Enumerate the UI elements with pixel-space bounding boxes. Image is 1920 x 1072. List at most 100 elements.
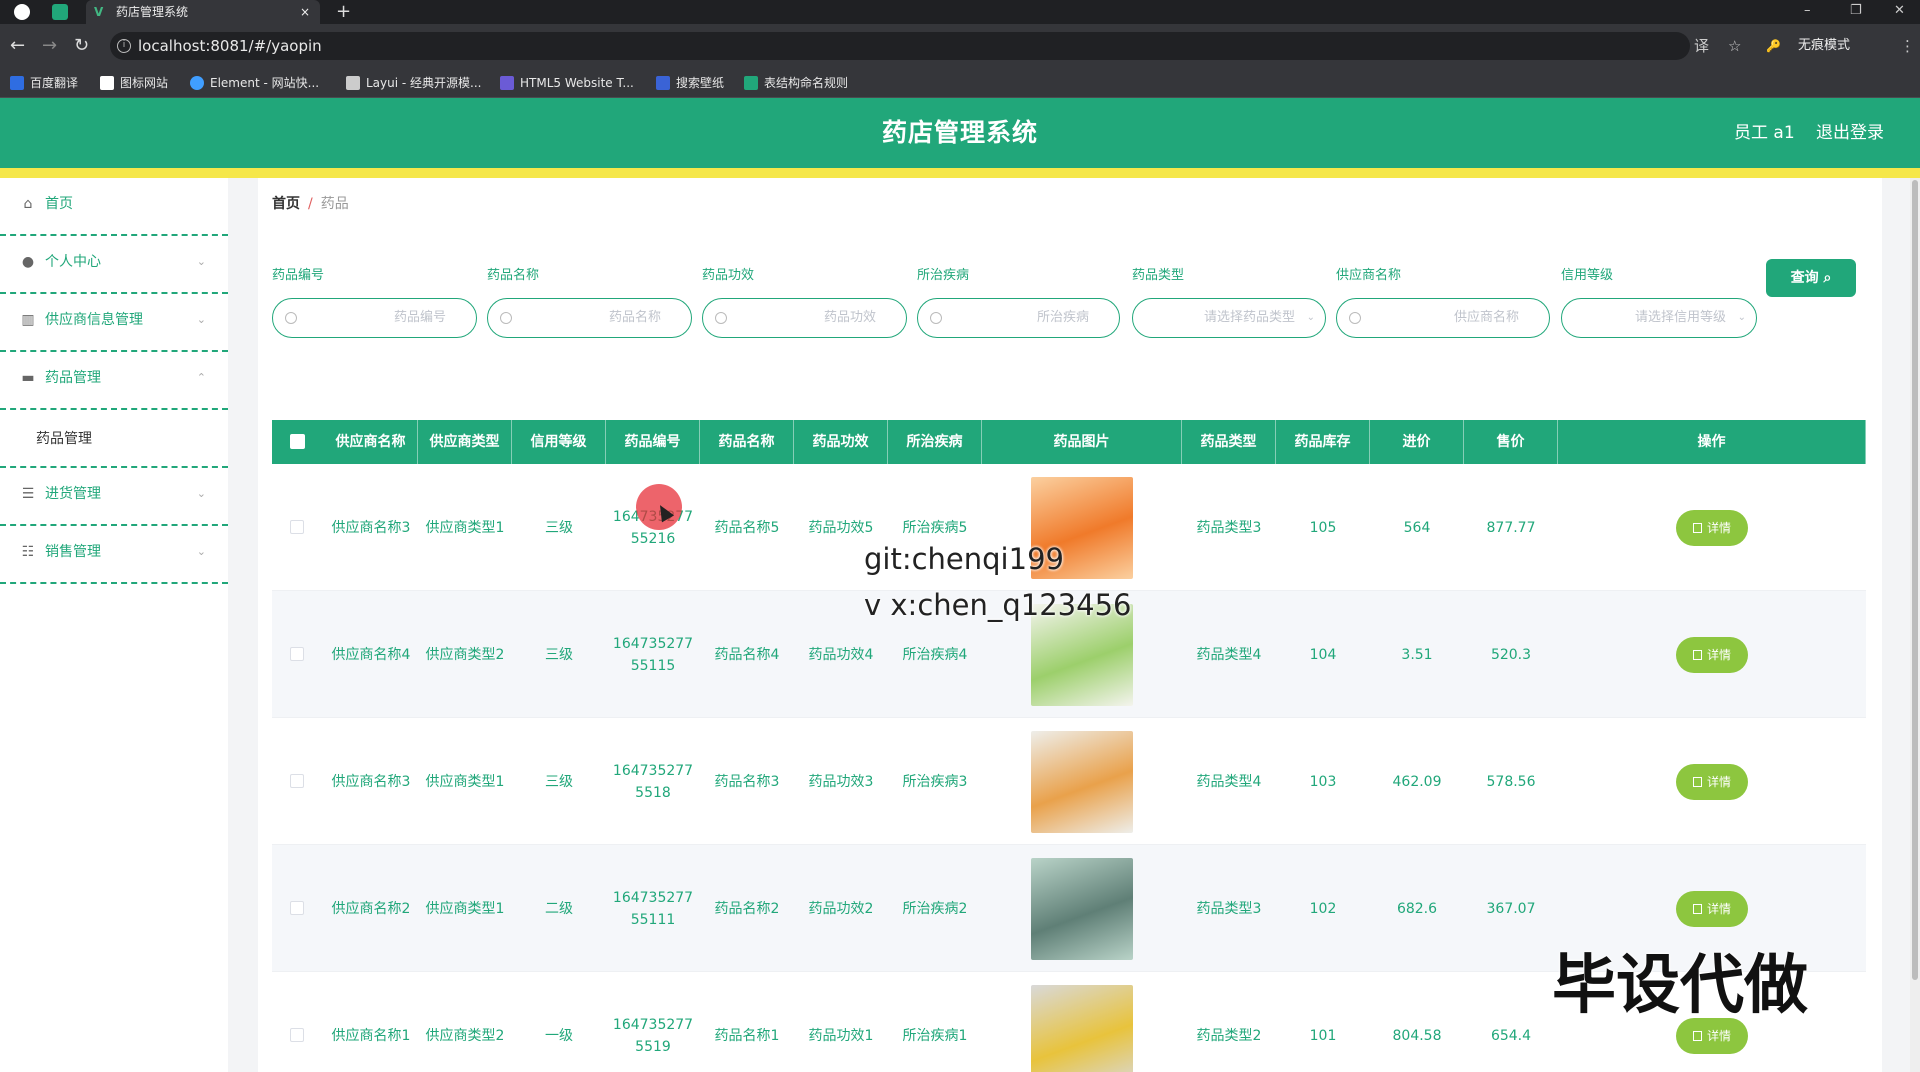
cell-disease: 所治疾病2 [902,900,968,917]
app-title: 药店管理系统 [881,118,1038,147]
detail-button[interactable]: 详情 [1676,763,1748,800]
sidebar-item-purchase[interactable]: ☰ 进货管理 ⌄ [0,468,228,526]
translate-icon[interactable]: 译 [1694,36,1709,56]
row-checkbox[interactable] [290,774,304,788]
filter-placeholder: 药品名称 [608,310,661,325]
browser-tab[interactable]: V 药店管理系统 × [86,0,320,24]
wallpaper-logo-icon [656,76,670,90]
chrome-menu-icon[interactable] [14,4,30,20]
bookmark-item[interactable]: 表结构命名规则 [744,68,848,98]
filter-input[interactable]: 所治疾病 [917,298,1120,338]
sidebar-item-supplier[interactable]: ▥ 供应商信息管理 ⌄ [0,294,228,352]
cell-credit: 三级 [545,519,573,536]
cell-supplier: 供应商名称4 [331,646,411,663]
bookmark-item[interactable]: 百度翻译 [10,68,78,98]
pinned-tab-icon[interactable] [52,4,68,20]
select-all-checkbox[interactable] [290,434,305,449]
filter-placeholder: 药品功效 [823,310,876,325]
cell-name: 药品名称1 [714,1027,780,1044]
filter-label: 药品编号 [272,268,325,283]
cell-price: 578.56 [1486,773,1536,790]
bookmark-item[interactable]: 搜索壁纸 [656,68,724,98]
cell-cost: 3.51 [1401,646,1433,663]
row-checkbox[interactable] [290,901,304,915]
sidebar-item-sales[interactable]: ☷ 销售管理 ⌄ [0,526,228,584]
logout-link[interactable]: 退出登录 [1816,98,1884,168]
detail-button[interactable]: 详情 [1676,509,1748,546]
back-icon[interactable]: ← [10,35,25,57]
chevron-down-icon: ⌄ [1737,312,1746,323]
maximize-icon[interactable]: ❐ [1850,0,1862,22]
detail-button[interactable]: 详情 [1676,890,1748,927]
sheet-logo-icon [744,76,758,90]
browser-menu-icon[interactable]: ⋮ [1900,36,1915,56]
cell-cost: 804.58 [1392,1027,1442,1044]
drug-image[interactable] [1031,857,1133,960]
html5-logo-icon [500,76,514,90]
tab-close-icon[interactable]: × [300,0,310,24]
filter-input[interactable]: 供应商名称 [1336,298,1550,338]
bookmark-item[interactable]: 图标网站 [100,68,168,98]
cell-stype: 供应商类型2 [425,646,505,663]
column-header: 进价 [1370,420,1464,464]
row-checkbox[interactable] [290,1028,304,1042]
sidebar-item-drugs[interactable]: ▬ 药品管理 ⌃ [0,352,228,410]
cell-disease: 所治疾病3 [902,773,968,790]
drug-image[interactable] [1031,984,1133,1072]
minimize-icon[interactable]: – [1804,0,1811,22]
detail-label: 详情 [1706,647,1731,662]
search-icon [285,312,297,324]
drug-image[interactable] [1031,730,1133,833]
detail-button[interactable]: 详情 [1676,636,1748,673]
filter-label: 药品功效 [702,268,755,283]
reload-icon[interactable]: ↻ [74,35,89,57]
filter-label: 药品名称 [487,268,540,283]
url-field[interactable]: i localhost:8081/#/yaopin [110,32,1690,60]
current-user[interactable]: 员工 a1 [1734,98,1795,168]
cell-stock: 104 [1309,646,1337,663]
url-text: localhost:8081/#/yaopin [138,37,322,55]
breadcrumb-separator: / [308,196,313,212]
query-button[interactable]: 查询 ⌕ [1766,259,1856,297]
row-checkbox[interactable] [290,647,304,661]
cell-stock: 105 [1309,519,1337,536]
filter-input[interactable]: 药品编号 [272,298,477,338]
filter-input[interactable]: 药品功效 [702,298,907,338]
window-close-icon[interactable]: ✕ [1894,0,1905,22]
filter-select[interactable]: 请选择药品类型 ⌄ [1132,298,1326,338]
row-checkbox[interactable] [290,520,304,534]
bookmark-item[interactable]: Element - 网站快... [190,68,319,98]
info-icon[interactable]: i [117,39,131,53]
table-row: 供应商名称3 供应商类型1 三级 1647352775518 药品名称3 药品功效3 所治疾… [272,718,1866,845]
app-header: 药店管理系统 员工 a1 退出登录 [0,98,1920,168]
incognito-indicator[interactable]: 无痕模式 [1798,36,1850,56]
forward-icon[interactable]: → [42,35,57,57]
sidebar-item-label: 进货管理 [45,486,101,502]
column-header: 药品编号 [606,420,700,464]
cell-stype: 供应商类型1 [425,773,505,790]
column-header: 售价 [1464,420,1558,464]
sidebar-item-home[interactable]: ⌂ 首页 [0,178,228,236]
filter-input[interactable]: 药品名称 [487,298,692,338]
page-scroll-thumb[interactable] [1912,180,1918,980]
bookmark-favicon-icon [10,76,24,90]
document-icon [1692,1030,1702,1041]
element-logo-icon [190,76,204,90]
drug-image-cell [982,718,1182,845]
cell-price: 367.07 [1486,900,1536,917]
new-tab-button[interactable]: + [336,0,351,24]
watermark-ad: 毕设代做 [1552,949,1808,1023]
bookmark-item[interactable]: HTML5 Website T... [500,68,634,98]
breadcrumb-home[interactable]: 首页 [272,196,300,212]
bookmark-star-icon[interactable]: ☆ [1728,36,1741,56]
table-row: 供应商名称3供应商类型1三级16473527755216药品名称5药品功效5所治… [272,464,1866,591]
filter-label: 信用等级 [1561,268,1614,283]
browser-tab-bar: V 药店管理系统 × + – ❐ ✕ [0,0,1920,24]
cell-supplier: 供应商名称2 [331,900,411,917]
sidebar-subitem-drugs[interactable]: 药品管理 [0,410,228,468]
sidebar-item-profile[interactable]: ● 个人中心 ⌄ [0,236,228,294]
bookmark-item[interactable]: Layui - 经典开源模... [346,68,481,98]
filter-select[interactable]: 请选择信用等级 ⌄ [1561,298,1757,338]
password-key-icon[interactable]: 🔑 [1766,36,1781,56]
address-bar-row: ← → ↻ i localhost:8081/#/yaopin 译 ☆ 🔑 无痕… [0,24,1920,68]
